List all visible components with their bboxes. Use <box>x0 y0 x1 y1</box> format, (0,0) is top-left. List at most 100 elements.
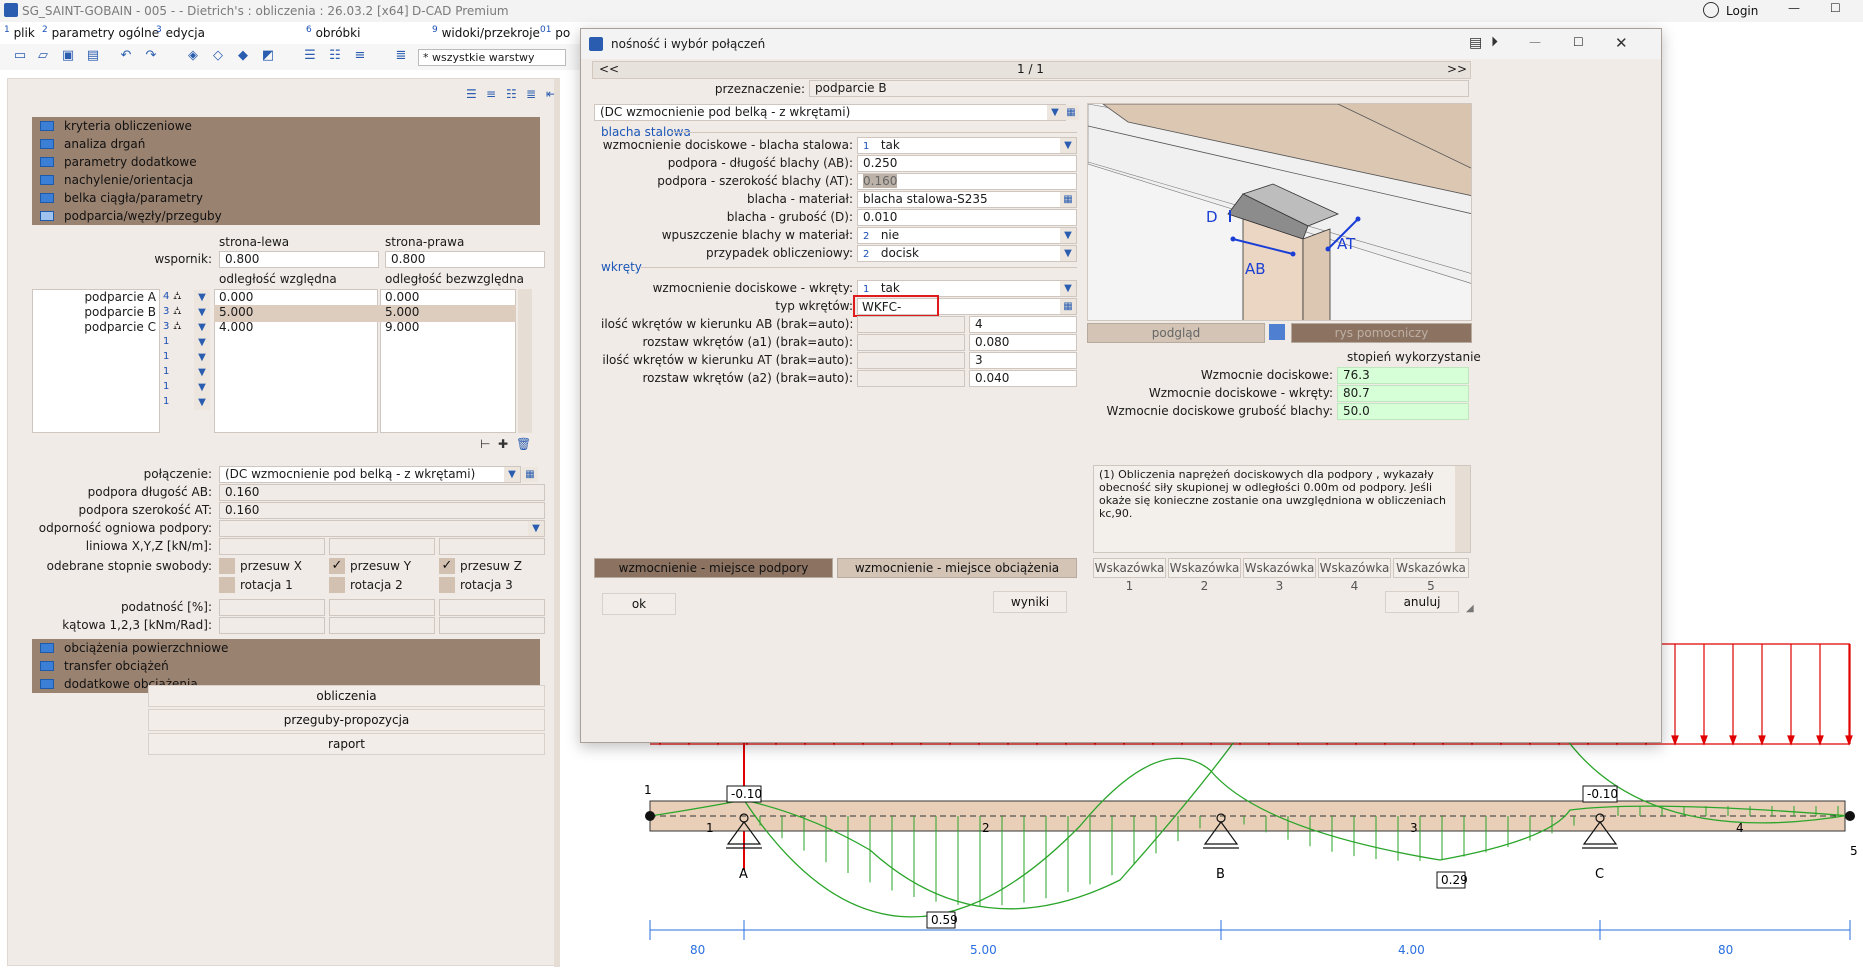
support-dropdown-a[interactable]: ▼ <box>194 290 210 305</box>
align-center-icon[interactable]: ≡ <box>486 87 496 101</box>
menu-edycja[interactable]: 3 edycja <box>156 25 205 40</box>
steel-reinforcement-select[interactable]: 1 tak <box>857 137 1077 154</box>
layer-stack-icon[interactable]: ≣ <box>393 49 409 63</box>
resize-grip-icon[interactable]: ◢ <box>1466 603 1474 614</box>
dialog-maximize-icon[interactable]: ☐ <box>1573 35 1584 49</box>
tree-item-kryteria[interactable]: kryteria obliczeniowe <box>32 117 540 135</box>
supports-scrollbar[interactable] <box>518 289 532 433</box>
empty-dropdown-4[interactable]: ▼ <box>194 380 210 395</box>
screw-type-highlight[interactable]: WKFC-08260 <box>853 295 939 330</box>
plate-material-browse-icon[interactable]: ▦ <box>1060 192 1076 207</box>
plate-material-input[interactable]: blacha stalowa-S235 <box>857 191 1077 208</box>
support-abs-c[interactable]: 9.000 <box>385 320 419 334</box>
nav-prev-button[interactable]: << <box>599 62 619 76</box>
polaczenie-select[interactable]: (DC wzmocnienie pod belką - z wkrętami) <box>219 466 521 483</box>
connection-type-browse-icon[interactable]: ▦ <box>1063 105 1079 120</box>
align-left-icon[interactable]: ☰ <box>466 87 477 101</box>
open-folder-icon[interactable]: ▱ <box>35 49 51 63</box>
raport-button[interactable]: raport <box>148 733 545 755</box>
steel-reinforcement-dropdown-icon[interactable]: ▼ <box>1060 138 1076 153</box>
login-link[interactable]: Login <box>1726 4 1758 18</box>
new-file-icon[interactable]: ▭ <box>12 49 28 63</box>
screw-reinforcement-dropdown-icon[interactable]: ▼ <box>1060 281 1076 296</box>
podatnosc-1-input[interactable] <box>219 599 325 616</box>
notes-icon[interactable]: ▤ <box>1469 35 1482 51</box>
hint-4[interactable]: Wskazówka 4 <box>1318 558 1391 593</box>
cube-view-3-icon[interactable]: ◆ <box>235 49 251 63</box>
empty-dropdown-3[interactable]: ▼ <box>194 365 210 380</box>
cube-view-2-icon[interactable]: ◇ <box>210 49 226 63</box>
hint-3[interactable]: Wskazówka 3 <box>1243 558 1316 593</box>
hint-5[interactable]: Wskazówka 5 <box>1393 558 1469 593</box>
dialog-close-icon[interactable]: ✕ <box>1615 34 1628 52</box>
save-preview-icon[interactable] <box>1269 324 1285 340</box>
dof-checkbox-rotacja-3[interactable] <box>439 577 455 593</box>
menu-plik[interactable]: 1 plik <box>4 25 35 40</box>
wspornik-left-input[interactable]: 0.800 <box>219 251 379 268</box>
wspornik-right-input[interactable]: 0.800 <box>385 251 545 268</box>
screw-spacing-a2-input[interactable]: 0.040 <box>969 370 1077 387</box>
empty-dropdown-2[interactable]: ▼ <box>194 350 210 365</box>
linear-z-input[interactable] <box>439 538 545 555</box>
hint-1[interactable]: Wskazówka 1 <box>1093 558 1166 593</box>
polaczenie-browse-icon[interactable]: ▦ <box>522 467 538 482</box>
menu-po[interactable]: 01 po <box>540 25 570 40</box>
support-dropdown-b[interactable]: ▼ <box>194 305 210 320</box>
dof-checkbox-przesuw-y[interactable]: ✓ <box>329 558 345 574</box>
dof-checkbox-przesuw-x[interactable] <box>219 558 235 574</box>
layers-3-icon[interactable]: ≡ <box>352 49 368 63</box>
split-icon[interactable]: ⊢ <box>480 437 490 451</box>
linear-y-input[interactable] <box>329 538 435 555</box>
fire-select[interactable] <box>219 520 545 537</box>
tab-support-location[interactable]: wzmocnienie - miejsce podpory <box>594 558 833 578</box>
redo-icon[interactable]: ↷ <box>143 49 159 63</box>
plate-length-ab-input[interactable]: 0.250 <box>857 155 1077 172</box>
linear-x-input[interactable] <box>219 538 325 555</box>
hint-2[interactable]: Wskazówka 2 <box>1168 558 1241 593</box>
calc-case-select[interactable]: 2 docisk <box>857 245 1077 262</box>
print-icon[interactable]: ▤ <box>85 49 101 63</box>
tab-load-location[interactable]: wzmocnienie - miejsce obciążenia <box>837 558 1077 578</box>
dialog-minimize-icon[interactable]: — <box>1529 35 1541 49</box>
screw-type-browse-icon[interactable]: ▦ <box>1060 299 1076 314</box>
podglad-button[interactable]: podgląd <box>1087 323 1265 343</box>
play-icon[interactable]: ⏵ <box>1491 34 1498 50</box>
support-dropdown-c[interactable]: ▼ <box>194 320 210 335</box>
ok-button[interactable]: ok <box>602 593 676 615</box>
user-icon[interactable] <box>1703 2 1719 18</box>
menu-widoki-przekroje[interactable]: 9 widoki/przekroje <box>432 25 540 40</box>
przeguby-button[interactable]: przeguby-propozycja <box>148 709 545 731</box>
dof-checkbox-przesuw-z[interactable]: ✓ <box>439 558 455 574</box>
fire-dropdown-icon[interactable]: ▼ <box>528 521 544 536</box>
empty-dropdown-5[interactable]: ▼ <box>194 395 210 410</box>
maximize-icon[interactable]: ☐ <box>1830 1 1841 15</box>
support-rel-a[interactable]: 0.000 <box>219 290 253 304</box>
delete-icon[interactable]: 🗑 <box>516 437 531 451</box>
support-abs-b[interactable]: 5.000 <box>385 305 419 319</box>
support-rel-c[interactable]: 4.000 <box>219 320 253 334</box>
layers-1-icon[interactable]: ☰ <box>302 49 318 63</box>
menu-parametry-ogolne[interactable]: 2 parametry ogólne <box>42 25 159 40</box>
layer-select[interactable]: * wszystkie warstwy <box>418 49 566 66</box>
plate-recess-select[interactable]: 2 nie <box>857 227 1077 244</box>
add-icon[interactable]: ✚ <box>498 437 508 451</box>
list-icon[interactable]: ☷ <box>506 87 517 101</box>
dof-checkbox-rotacja-1[interactable] <box>219 577 235 593</box>
save-icon[interactable]: ▣ <box>60 49 76 63</box>
tree-item-nachylenie[interactable]: nachylenie/orientacja <box>32 171 540 189</box>
undo-icon[interactable]: ↶ <box>118 49 134 63</box>
results-button[interactable]: wyniki <box>993 591 1067 613</box>
podatnosc-3-input[interactable] <box>439 599 545 616</box>
menu-obrobki[interactable]: 6 obróbki <box>306 25 360 40</box>
minimize-icon[interactable]: — <box>1788 1 1800 15</box>
screw-count-ab-input[interactable]: 4 <box>969 316 1077 333</box>
obliczenia-button[interactable]: obliczenia <box>148 685 545 707</box>
connection-type-select[interactable]: (DC wzmocnienie pod belką - z wkrętami) <box>594 104 1066 121</box>
note-scrollbar[interactable] <box>1455 466 1470 552</box>
tree-item-transfer[interactable]: transfer obciążeń <box>32 657 540 675</box>
empty-dropdown-1[interactable]: ▼ <box>194 335 210 350</box>
cube-view-1-icon[interactable]: ◈ <box>185 49 201 63</box>
support-rel-b[interactable]: 5.000 <box>219 305 253 319</box>
calc-case-dropdown-icon[interactable]: ▼ <box>1060 246 1076 261</box>
tree-item-podparcia[interactable]: podparcia/węzły/przeguby <box>32 207 540 225</box>
